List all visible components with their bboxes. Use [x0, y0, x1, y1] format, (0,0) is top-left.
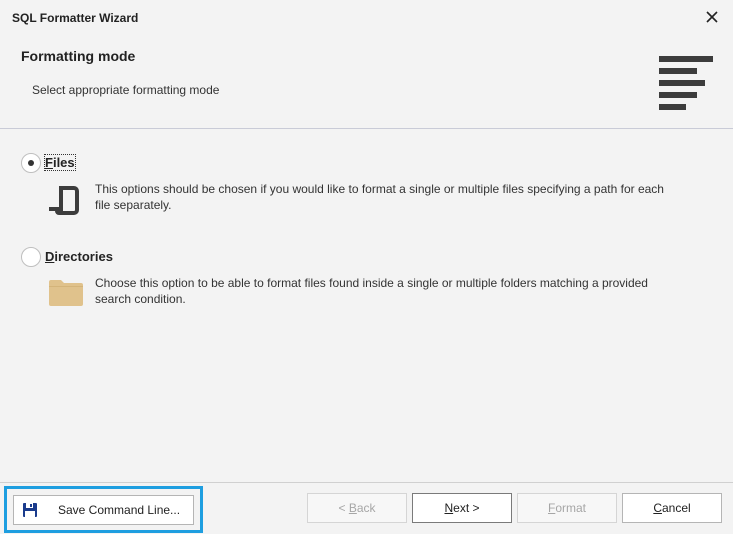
files-label-mnemonic: F [45, 155, 53, 170]
save-command-line-button[interactable]: Save Command Line... [13, 495, 194, 525]
files-description: This options should be chosen if you wou… [95, 181, 725, 213]
save-command-line-label: Save Command Line... [58, 503, 181, 517]
next-button[interactable]: Next > [412, 493, 512, 523]
format-label-rest: ormat [555, 501, 587, 515]
cancel-button[interactable]: Cancel [622, 493, 722, 523]
directories-description: Choose this option to be able to format … [95, 275, 725, 307]
directories-radio[interactable] [21, 247, 41, 267]
page-subtitle: Select appropriate formatting mode [32, 83, 220, 97]
directories-label-rest: irectories [54, 249, 113, 264]
next-label-mnemonic: N [444, 501, 454, 515]
format-button[interactable]: Format [517, 493, 617, 523]
file-icon [49, 186, 79, 215]
floppy-disk-icon [23, 503, 37, 517]
save-command-line-highlight: Save Command Line... [4, 486, 203, 533]
back-button[interactable]: < Back [307, 493, 407, 523]
files-label[interactable]: Files [44, 154, 76, 171]
files-description-line1: This options should be chosen if you wou… [95, 182, 664, 196]
directories-description-line2: search condition. [95, 292, 186, 306]
close-button[interactable] [703, 8, 721, 26]
close-icon [706, 11, 718, 23]
title-bar: SQL Formatter Wizard [0, 0, 733, 36]
next-label-rest: ext > [453, 501, 480, 515]
window-title: SQL Formatter Wizard [12, 11, 139, 25]
back-label-rest: ack [356, 501, 376, 515]
folder-icon [49, 280, 83, 306]
directories-label[interactable]: Directories [45, 249, 113, 264]
page-title: Formatting mode [21, 48, 136, 64]
wizard-header: Formatting mode Select appropriate forma… [0, 36, 733, 129]
cancel-label-rest: ancel [661, 501, 691, 515]
back-label-prefix: < [338, 501, 349, 515]
cancel-label-mnemonic: C [653, 501, 662, 515]
directories-description-line1: Choose this option to be able to format … [95, 276, 648, 290]
formatting-lines-icon [659, 56, 713, 110]
back-label-mnemonic: B [348, 501, 357, 515]
files-label-rest: iles [52, 155, 75, 170]
files-radio[interactable] [21, 153, 41, 173]
files-description-line2: file separately. [95, 198, 172, 212]
wizard-footer: Save Command Line... < Back Next > Forma… [0, 482, 733, 534]
format-label-mnemonic: F [547, 501, 556, 515]
directories-label-mnemonic: D [45, 249, 55, 264]
